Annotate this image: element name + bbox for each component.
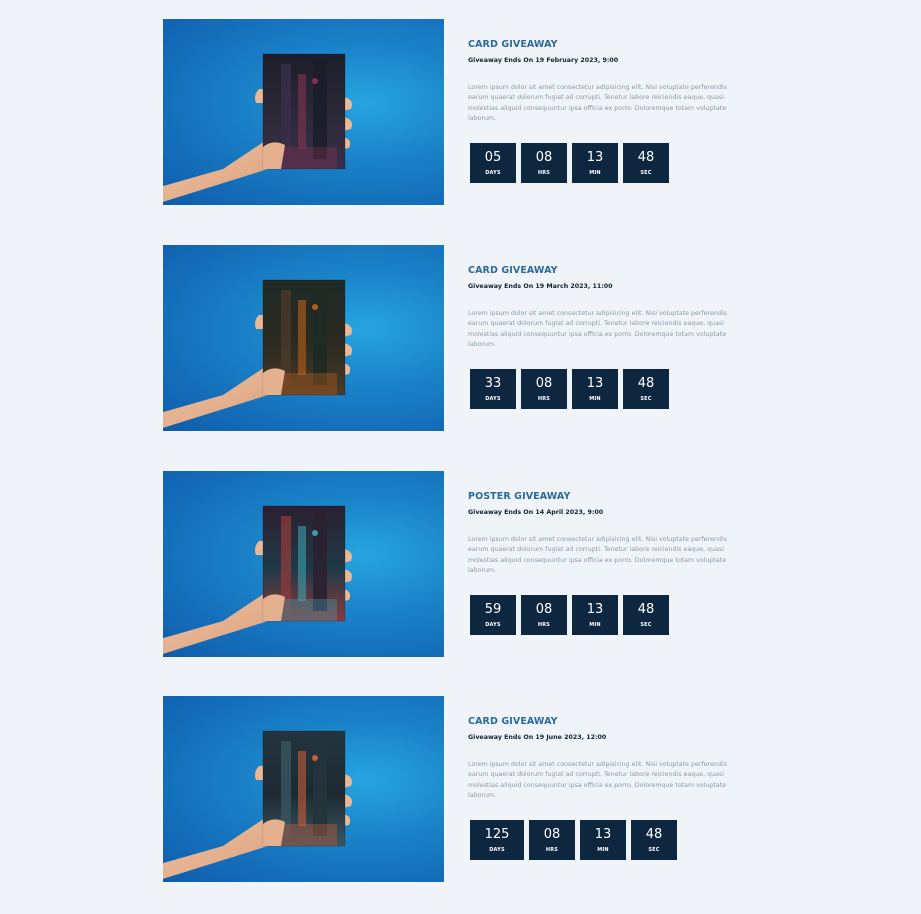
countdown-unit-label: DAYS (485, 170, 501, 176)
countdown-value: 48 (637, 602, 655, 617)
countdown-timer: 59 DAYS 08 HRS 13 MIN 48 SEC (470, 595, 669, 635)
countdown-unit-label: HRS (537, 622, 551, 628)
giveaway-title: CARD GIVEAWAY (468, 716, 558, 727)
countdown-sec-box: 48 SEC (623, 143, 669, 183)
countdown-sec-box: 48 SEC (631, 820, 677, 860)
countdown-unit-label: DAYS (485, 622, 501, 628)
giveaway-item: CARD GIVEAWAY Giveaway Ends On 19 March 2… (163, 245, 763, 431)
giveaway-end-date: Giveaway Ends On 19 June 2023, 12:00 (468, 734, 607, 741)
countdown-value: 08 (543, 827, 561, 842)
countdown-unit-label: MIN (589, 170, 601, 176)
giveaway-description: Lorem ipsum dolor sit amet consectetur a… (468, 761, 727, 800)
countdown-value: 48 (645, 827, 663, 842)
countdown-value: 48 (637, 150, 655, 165)
countdown-min-box: 13 MIN (572, 595, 618, 635)
countdown-days-box: 125 DAYS (470, 820, 524, 860)
giveaway-item: POSTER GIVEAWAY Giveaway Ends On 14 April… (163, 471, 763, 657)
countdown-value: 48 (637, 376, 655, 391)
countdown-value: 59 (484, 602, 502, 617)
countdown-timer: 05 DAYS 08 HRS 13 MIN 48 SEC (470, 143, 669, 183)
countdown-sec-box: 48 SEC (623, 595, 669, 635)
countdown-value: 08 (535, 602, 553, 617)
giveaway-photo (163, 245, 444, 431)
countdown-unit-label: MIN (589, 396, 601, 402)
countdown-min-box: 13 MIN (572, 143, 618, 183)
countdown-unit-label: HRS (537, 170, 551, 176)
giveaway-photo (163, 471, 444, 657)
countdown-unit-label: DAYS (489, 847, 505, 853)
countdown-unit-label: SEC (648, 847, 660, 853)
countdown-unit-label: SEC (640, 396, 652, 402)
giveaway-title: POSTER GIVEAWAY (468, 491, 571, 502)
giveaway-end-date: Giveaway Ends On 14 April 2023, 9:00 (468, 509, 604, 516)
countdown-min-box: 13 MIN (580, 820, 626, 860)
countdown-unit-label: MIN (597, 847, 609, 853)
giveaway-description: Lorem ipsum dolor sit amet consectetur a… (468, 84, 727, 123)
countdown-days-box: 59 DAYS (470, 595, 516, 635)
countdown-days-box: 33 DAYS (470, 369, 516, 409)
countdown-sec-box: 48 SEC (623, 369, 669, 409)
giveaway-image (163, 505, 352, 654)
countdown-unit-label: DAYS (485, 396, 501, 402)
giveaway-title: CARD GIVEAWAY (468, 39, 558, 50)
countdown-timer: 33 DAYS 08 HRS 13 MIN 48 SEC (470, 369, 669, 409)
countdown-value: 33 (484, 376, 502, 391)
countdown-value: 13 (586, 376, 604, 391)
countdown-hrs-box: 08 HRS (529, 820, 575, 860)
giveaway-end-date: Giveaway Ends On 19 February 2023, 9:00 (468, 57, 619, 64)
countdown-value: 08 (535, 150, 553, 165)
countdown-value: 125 (484, 827, 510, 842)
countdown-unit-label: HRS (537, 396, 551, 402)
countdown-hrs-box: 08 HRS (521, 143, 567, 183)
countdown-unit-label: SEC (640, 170, 652, 176)
countdown-days-box: 05 DAYS (470, 143, 516, 183)
countdown-unit-label: SEC (640, 622, 652, 628)
giveaway-description: Lorem ipsum dolor sit amet consectetur a… (468, 536, 727, 575)
giveaway-title: CARD GIVEAWAY (468, 265, 558, 276)
giveaway-photo (163, 19, 444, 205)
giveaway-image (163, 279, 352, 428)
giveaway-image (163, 53, 352, 202)
countdown-value: 13 (594, 827, 612, 842)
countdown-unit-label: MIN (589, 622, 601, 628)
countdown-value: 13 (586, 150, 604, 165)
countdown-hrs-box: 08 HRS (521, 369, 567, 409)
giveaway-item: CARD GIVEAWAY Giveaway Ends On 19 Februar… (163, 19, 763, 205)
countdown-timer: 125 DAYS 08 HRS 13 MIN 48 SEC (470, 820, 677, 860)
countdown-value: 05 (484, 150, 502, 165)
countdown-value: 08 (535, 376, 553, 391)
countdown-value: 13 (586, 602, 604, 617)
countdown-hrs-box: 08 HRS (521, 595, 567, 635)
countdown-unit-label: HRS (545, 847, 559, 853)
countdown-min-box: 13 MIN (572, 369, 618, 409)
giveaway-description: Lorem ipsum dolor sit amet consectetur a… (468, 310, 727, 349)
giveaway-item: CARD GIVEAWAY Giveaway Ends On 19 June 20… (163, 696, 763, 882)
giveaway-image (163, 730, 352, 879)
giveaway-photo (163, 696, 444, 882)
giveaway-end-date: Giveaway Ends On 19 March 2023, 11:00 (468, 283, 613, 290)
